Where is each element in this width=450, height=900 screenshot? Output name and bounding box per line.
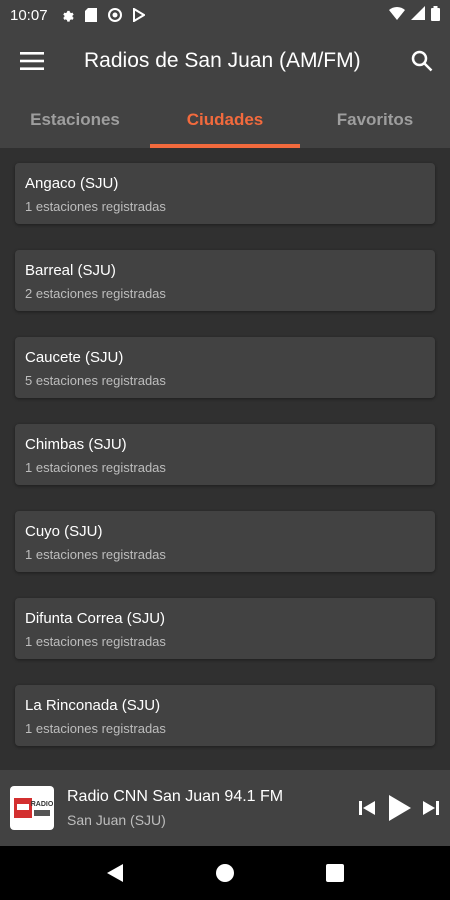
skip-next-icon bbox=[423, 801, 439, 815]
city-name: Difunta Correa (SJU) bbox=[25, 610, 166, 627]
station-logo: RADIO bbox=[10, 786, 54, 830]
station-count: 1 estaciones registradas bbox=[25, 634, 166, 649]
status-time: 10:07 bbox=[10, 6, 48, 24]
battery-icon bbox=[431, 5, 440, 25]
list-item[interactable]: Barreal (SJU) 2 estaciones registradas bbox=[15, 250, 435, 311]
station-count: 2 estaciones registradas bbox=[25, 286, 166, 301]
skip-previous-icon bbox=[359, 801, 375, 815]
list-item[interactable]: Chimbas (SJU) 1 estaciones registradas bbox=[15, 424, 435, 485]
tab-ciudades[interactable]: Ciudades bbox=[150, 92, 300, 148]
station-count: 1 estaciones registradas bbox=[25, 721, 166, 736]
menu-button[interactable] bbox=[0, 30, 64, 92]
city-name: Cuyo (SJU) bbox=[25, 523, 103, 540]
recents-icon bbox=[326, 864, 344, 882]
nav-back-button[interactable] bbox=[95, 853, 135, 893]
tab-estaciones[interactable]: Estaciones bbox=[0, 92, 150, 148]
logo-text: RADIO bbox=[31, 801, 54, 808]
city-name: La Rinconada (SJU) bbox=[25, 697, 161, 714]
list-item[interactable]: Angaco (SJU) 1 estaciones registradas bbox=[15, 163, 435, 224]
back-icon bbox=[107, 864, 123, 882]
city-name: Chimbas (SJU) bbox=[25, 436, 127, 453]
system-nav-bar bbox=[0, 846, 450, 900]
play-icon bbox=[389, 795, 411, 821]
search-icon bbox=[411, 50, 433, 72]
station-count: 1 estaciones registradas bbox=[25, 199, 166, 214]
signal-icon bbox=[411, 6, 425, 24]
home-icon bbox=[216, 864, 234, 882]
vpn-icon bbox=[108, 8, 123, 23]
sd-card-icon bbox=[84, 8, 99, 23]
city-name: Caucete (SJU) bbox=[25, 349, 124, 366]
search-button[interactable] bbox=[394, 30, 450, 92]
mini-player[interactable]: RADIO Radio CNN San Juan 94.1 FM San Jua… bbox=[0, 770, 450, 846]
wifi-icon bbox=[389, 6, 405, 24]
city-list[interactable]: Angaco (SJU) 1 estaciones registradas Ba… bbox=[0, 148, 450, 770]
city-name: Angaco (SJU) bbox=[25, 175, 119, 192]
app-bar: Radios de San Juan (AM/FM) bbox=[0, 30, 450, 92]
list-item[interactable]: Difunta Correa (SJU) 1 estaciones regist… bbox=[15, 598, 435, 659]
list-item[interactable]: La Rinconada (SJU) 1 estaciones registra… bbox=[15, 685, 435, 746]
player-subtitle: San Juan (SJU) bbox=[67, 812, 166, 828]
hamburger-icon bbox=[20, 52, 44, 70]
station-count: 1 estaciones registradas bbox=[25, 547, 166, 562]
tab-bar: Estaciones Ciudades Favoritos bbox=[0, 92, 450, 148]
nav-recents-button[interactable] bbox=[315, 853, 355, 893]
player-title: Radio CNN San Juan 94.1 FM bbox=[67, 788, 284, 805]
play-button[interactable] bbox=[386, 794, 412, 822]
skip-next-button[interactable] bbox=[422, 799, 440, 817]
station-count: 5 estaciones registradas bbox=[25, 373, 166, 388]
city-name: Barreal (SJU) bbox=[25, 262, 116, 279]
play-store-icon bbox=[132, 8, 147, 23]
list-item[interactable]: Cuyo (SJU) 1 estaciones registradas bbox=[15, 511, 435, 572]
list-item[interactable]: Caucete (SJU) 5 estaciones registradas bbox=[15, 337, 435, 398]
status-bar: 10:07 bbox=[0, 0, 450, 30]
page-title: Radios de San Juan (AM/FM) bbox=[84, 49, 361, 72]
skip-previous-button[interactable] bbox=[358, 799, 376, 817]
station-count: 1 estaciones registradas bbox=[25, 460, 166, 475]
gear-icon bbox=[60, 8, 75, 23]
nav-home-button[interactable] bbox=[205, 853, 245, 893]
tab-favoritos[interactable]: Favoritos bbox=[300, 92, 450, 148]
